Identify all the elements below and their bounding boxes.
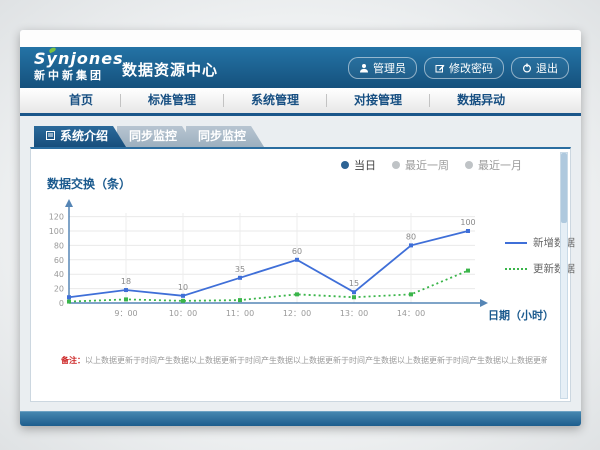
svg-text:80: 80 (406, 232, 416, 241)
svg-text:10: 10 (178, 283, 188, 292)
svg-text:15: 15 (349, 279, 359, 288)
tab-bar: 系统介绍 同步监控 同步监控 (34, 126, 255, 147)
svg-text:14：00: 14：00 (397, 309, 425, 318)
legend-label: 更新数据 (533, 261, 575, 276)
nav-item-system-mgmt[interactable]: 系统管理 (224, 88, 326, 113)
tab-label: 系统介绍 (60, 126, 108, 147)
desktop-background: Synjones 新中新集团 数据资源中心 管理员 修改密码 (0, 0, 600, 450)
chart-y-axis-title: 数据交换（条） (47, 175, 131, 192)
brand-logo-cn: 新中新集团 (34, 68, 124, 83)
window-top-strip (20, 30, 581, 47)
tab-sync-monitor-1[interactable]: 同步监控 (117, 126, 195, 147)
nav-item-standard-mgmt[interactable]: 标准管理 (121, 88, 223, 113)
radio-unselected-icon (465, 161, 473, 169)
line-chart: 0 20 40 60 80 100 120 9：00 10：00 11：00 12：00 13：00 1… (37, 191, 507, 341)
content-panel: 当日 最近一周 最近一月 数据交换（条） 0 20 40 60 80 100 120 9：00… (30, 147, 571, 402)
logout-icon (522, 63, 532, 73)
brand-logo-text: Synjones (34, 49, 124, 68)
time-range-selector: 当日 最近一周 最近一月 (341, 157, 522, 173)
svg-text:9：00: 9：00 (114, 309, 137, 318)
svg-text:11：00: 11：00 (226, 309, 254, 318)
svg-text:12：00: 12：00 (283, 309, 311, 318)
brand-logo: Synjones 新中新集团 (34, 50, 124, 83)
tab-label: 同步监控 (129, 126, 177, 147)
app-window: Synjones 新中新集团 数据资源中心 管理员 修改密码 (20, 30, 581, 426)
range-option-label: 当日 (354, 157, 376, 173)
main-nav: 首页 标准管理 系统管理 对接管理 数据异动 (20, 88, 581, 116)
tab-system-intro[interactable]: 系统介绍 (34, 126, 126, 147)
svg-text:10：00: 10：00 (169, 309, 197, 318)
legend-line-solid-icon (505, 242, 527, 244)
svg-text:60: 60 (292, 247, 302, 256)
window-footer-bar (20, 411, 581, 426)
document-icon (46, 126, 55, 147)
range-option-label: 最近一月 (478, 157, 522, 173)
logout-label: 退出 (536, 60, 558, 76)
logout-button[interactable]: 退出 (511, 57, 569, 79)
svg-text:100: 100 (460, 218, 475, 227)
legend-label: 新增数据 (533, 235, 575, 250)
svg-text:40: 40 (54, 270, 64, 279)
app-header: Synjones 新中新集团 数据资源中心 管理员 修改密码 (20, 47, 581, 88)
change-password-button[interactable]: 修改密码 (424, 57, 504, 79)
svg-text:60: 60 (54, 256, 64, 265)
brand-logo-en: Synjones (34, 50, 124, 68)
svg-text:18: 18 (121, 277, 131, 286)
range-option-label: 最近一周 (405, 157, 449, 173)
admin-user-label: 管理员 (373, 60, 406, 76)
radio-unselected-icon (392, 161, 400, 169)
admin-user-button[interactable]: 管理员 (348, 57, 417, 79)
footnote-text: 以上数据更新于时间产生数据以上数据更新于时间产生数据以上数据更新于时间产生数据以… (85, 356, 547, 365)
svg-text:0: 0 (59, 299, 64, 308)
radio-selected-icon (341, 161, 349, 169)
chart-x-axis-title: 日期（小时） (488, 307, 554, 323)
svg-text:13：00: 13：00 (340, 309, 368, 318)
legend-line-dotted-icon (505, 268, 527, 270)
footnote: 备注：以上数据更新于时间产生数据以上数据更新于时间产生数据以上数据更新于时间产生… (61, 355, 547, 366)
range-option-last-month[interactable]: 最近一月 (465, 157, 522, 173)
nav-item-data-change[interactable]: 数据异动 (430, 88, 532, 113)
svg-text:80: 80 (54, 241, 64, 250)
footnote-label: 备注： (61, 356, 85, 365)
tab-label: 同步监控 (198, 126, 246, 147)
svg-text:120: 120 (49, 213, 64, 222)
tab-sync-monitor-2[interactable]: 同步监控 (186, 126, 264, 147)
change-password-label: 修改密码 (449, 60, 493, 76)
edit-icon (435, 63, 445, 73)
svg-text:35: 35 (235, 265, 245, 274)
range-option-last-week[interactable]: 最近一周 (392, 157, 449, 173)
scrollbar-thumb[interactable] (561, 153, 567, 223)
user-icon (359, 63, 369, 73)
svg-text:100: 100 (49, 227, 64, 236)
page-title: 数据资源中心 (122, 47, 218, 88)
nav-item-interface-mgmt[interactable]: 对接管理 (327, 88, 429, 113)
user-toolbar: 管理员 修改密码 退出 (348, 47, 569, 88)
svg-text:20: 20 (54, 285, 64, 294)
range-option-today[interactable]: 当日 (341, 157, 376, 173)
panel-scrollbar[interactable] (560, 152, 568, 399)
nav-item-home[interactable]: 首页 (42, 88, 120, 113)
